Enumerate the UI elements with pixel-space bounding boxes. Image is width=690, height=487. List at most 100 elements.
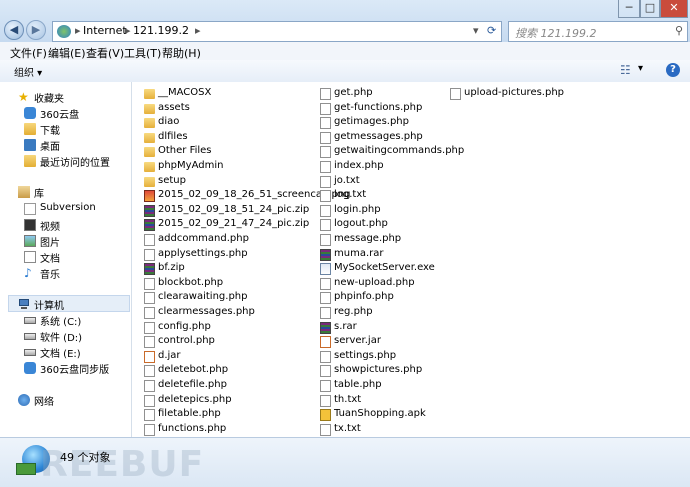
folder-file-icon (144, 132, 155, 143)
file-name: message.php (334, 233, 402, 244)
file-name: jo.txt (334, 174, 360, 186)
file-name: s.rar (334, 320, 357, 332)
php-file-icon (320, 292, 331, 305)
file-name: settings.php (334, 349, 397, 361)
sidebar-item-label: 文档 (40, 254, 60, 265)
php-file-icon (144, 380, 155, 392)
view-dropdown-icon[interactable]: ▾ (638, 63, 643, 74)
file-name: index.php (334, 160, 384, 171)
refresh-icon[interactable]: ⟳ (487, 24, 496, 37)
file-name: showpictures.php (334, 364, 423, 376)
internet-icon (57, 25, 71, 38)
file-name: getimages.php (334, 116, 409, 128)
php-file-icon (320, 117, 331, 130)
file-name: deletefile.php (158, 379, 227, 390)
sidebar-item-label: 图片 (40, 238, 60, 249)
jar-file-icon (320, 336, 331, 349)
php-file-icon (320, 277, 331, 290)
sidebar-item-label: 软件 (D:) (40, 333, 83, 344)
php-file-icon (320, 102, 331, 115)
help-icon[interactable]: ? (666, 63, 680, 77)
php-file-icon (320, 350, 331, 363)
menu-file[interactable]: 文件(F) (10, 45, 47, 61)
folder-file-icon (144, 176, 155, 187)
php-file-icon (320, 88, 331, 100)
back-button[interactable]: ◀ (4, 20, 24, 40)
command-bar: 组织 ▾ ☷ ▾ ? (0, 60, 690, 83)
video-icon (24, 219, 36, 231)
search-input[interactable]: 搜索 121.199.2 ⚲ (508, 21, 688, 42)
document-icon (24, 251, 36, 263)
file-name: d.jar (158, 349, 181, 361)
php-file-icon (144, 307, 155, 319)
drive-icon (24, 346, 36, 358)
file-name: muma.rar (334, 247, 384, 259)
file-name: assets (158, 101, 190, 113)
php-file-icon (320, 204, 331, 217)
php-file-icon (320, 146, 331, 159)
forward-button[interactable]: ▶ (26, 20, 46, 40)
address-segment-host[interactable]: 121.199.2 (133, 24, 189, 37)
file-name: filetable.php (158, 408, 221, 420)
file-name: clearmessages.php (158, 306, 255, 317)
file-name: server.jar (334, 335, 381, 347)
file-name: dlfiles (158, 130, 188, 142)
file-name: __MACOSX (158, 87, 212, 98)
sidebar-item-label: 音乐 (40, 270, 60, 281)
file-name: deletebot.php (158, 364, 229, 376)
php-file-icon (320, 131, 331, 144)
zip-file-icon (144, 263, 155, 276)
file-name: Other Files (158, 145, 212, 157)
sidebar-computer-label: 计算机 (34, 301, 64, 312)
php-file-icon (320, 161, 331, 173)
menu-view[interactable]: 查看(V) (86, 45, 124, 61)
file-name: setup (158, 174, 186, 186)
file-name: tx.txt (334, 422, 361, 434)
zip-file-icon (320, 321, 331, 334)
sidebar-favorites-label: 收藏夹 (34, 94, 64, 105)
view-options-icon[interactable]: ☷ (620, 63, 631, 77)
minimize-button[interactable]: ─ (618, 0, 640, 18)
folder-file-icon (144, 162, 155, 172)
file-name: log.txt (334, 189, 367, 201)
file-name: th.txt (334, 393, 362, 405)
title-bar: ─ □ ✕ ◀ ▶ ▸ Internet ▸ 121.199.2 ▸ ▾ ⟳ 搜… (0, 0, 690, 42)
php-file-icon (144, 394, 155, 407)
file-name: upload-pictures.php (464, 87, 565, 98)
maximize-button[interactable]: □ (640, 0, 660, 18)
address-bar[interactable]: ▸ Internet ▸ 121.199.2 ▸ ▾ ⟳ (52, 21, 502, 42)
file-name: get-functions.php (334, 101, 423, 113)
menu-help[interactable]: 帮助(H) (162, 45, 201, 61)
folder-file-icon (144, 89, 155, 99)
sidebar-item-label: 桌面 (40, 142, 60, 153)
file-name: 2015_02_09_18_51_24_pic.zip (158, 203, 310, 215)
file-name: logout.php (334, 218, 388, 230)
address-dropdown-icon[interactable]: ▾ (473, 24, 479, 37)
music-icon: ♪ (24, 266, 32, 280)
sidebar-item-label: 系统 (C:) (40, 317, 82, 328)
search-icon[interactable]: ⚲ (675, 24, 683, 37)
cloud-icon (24, 107, 36, 119)
sidebar-item-label: 下载 (40, 126, 60, 137)
php-file-icon (450, 88, 461, 100)
php-file-icon (320, 365, 331, 378)
menu-tools[interactable]: 工具(T) (124, 45, 161, 61)
png-file-icon (144, 190, 155, 203)
file-name: getwaitingcommands.php (334, 145, 465, 157)
folder-file-icon (144, 103, 155, 114)
sidebar-item-label: Subversion (40, 202, 96, 213)
close-button[interactable]: ✕ (660, 0, 688, 18)
drive-icon (24, 330, 36, 342)
address-segment-internet[interactable]: Internet (83, 24, 127, 37)
organize-button[interactable]: 组织 ▾ (14, 64, 42, 79)
folder-file-icon (144, 118, 155, 129)
menu-edit[interactable]: 编辑(E) (48, 45, 86, 61)
jar-file-icon (144, 350, 155, 363)
zip-file-icon (144, 219, 155, 232)
php-file-icon (320, 380, 331, 392)
php-file-icon (144, 336, 155, 349)
file-name: diao (158, 116, 180, 128)
file-name: reg.php (334, 306, 373, 317)
file-name: phpMyAdmin (158, 160, 224, 171)
sidebar-libraries-label: 库 (34, 189, 44, 200)
